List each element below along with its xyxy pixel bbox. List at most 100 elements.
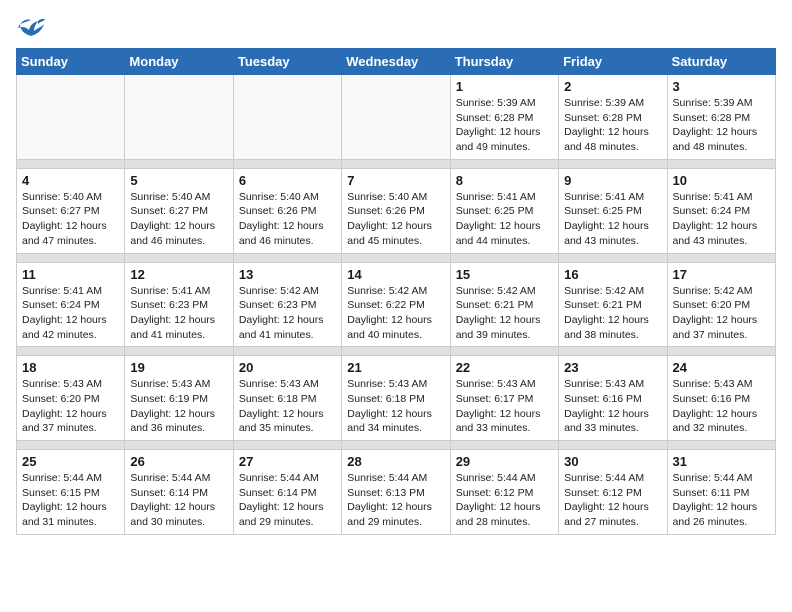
day-number: 5 bbox=[130, 173, 227, 188]
day-number: 30 bbox=[564, 454, 661, 469]
day-info: Sunrise: 5:44 AM Sunset: 6:14 PM Dayligh… bbox=[130, 471, 227, 530]
day-info: Sunrise: 5:40 AM Sunset: 6:27 PM Dayligh… bbox=[22, 190, 119, 249]
day-cell: 18 Sunrise: 5:43 AM Sunset: 6:20 PM Dayli… bbox=[17, 356, 125, 441]
day-number: 22 bbox=[456, 360, 553, 375]
day-number: 9 bbox=[564, 173, 661, 188]
day-cell: 9 Sunrise: 5:41 AM Sunset: 6:25 PM Daylig… bbox=[559, 168, 667, 253]
day-number: 3 bbox=[673, 79, 770, 94]
day-cell: 19 Sunrise: 5:43 AM Sunset: 6:19 PM Dayli… bbox=[125, 356, 233, 441]
day-cell: 13 Sunrise: 5:42 AM Sunset: 6:23 PM Dayli… bbox=[233, 262, 341, 347]
day-number: 16 bbox=[564, 267, 661, 282]
day-cell: 11 Sunrise: 5:41 AM Sunset: 6:24 PM Dayli… bbox=[17, 262, 125, 347]
day-cell: 25 Sunrise: 5:44 AM Sunset: 6:15 PM Dayli… bbox=[17, 450, 125, 535]
day-cell: 21 Sunrise: 5:43 AM Sunset: 6:18 PM Dayli… bbox=[342, 356, 450, 441]
day-number: 14 bbox=[347, 267, 444, 282]
day-info: Sunrise: 5:43 AM Sunset: 6:18 PM Dayligh… bbox=[347, 377, 444, 436]
column-header-tuesday: Tuesday bbox=[233, 49, 341, 75]
day-cell: 10Sunrise: 5:41 AM Sunset: 6:24 PM Dayli… bbox=[667, 168, 775, 253]
day-cell: 23 Sunrise: 5:43 AM Sunset: 6:16 PM Dayli… bbox=[559, 356, 667, 441]
day-number: 11 bbox=[22, 267, 119, 282]
day-number: 26 bbox=[130, 454, 227, 469]
calendar-header: SundayMondayTuesdayWednesdayThursdayFrid… bbox=[17, 49, 776, 75]
day-number: 28 bbox=[347, 454, 444, 469]
day-info: Sunrise: 5:44 AM Sunset: 6:12 PM Dayligh… bbox=[564, 471, 661, 530]
day-number: 18 bbox=[22, 360, 119, 375]
day-info: Sunrise: 5:42 AM Sunset: 6:21 PM Dayligh… bbox=[456, 284, 553, 343]
column-header-thursday: Thursday bbox=[450, 49, 558, 75]
day-info: Sunrise: 5:42 AM Sunset: 6:20 PM Dayligh… bbox=[673, 284, 770, 343]
day-number: 17 bbox=[673, 267, 770, 282]
day-info: Sunrise: 5:42 AM Sunset: 6:23 PM Dayligh… bbox=[239, 284, 336, 343]
day-info: Sunrise: 5:41 AM Sunset: 6:23 PM Dayligh… bbox=[130, 284, 227, 343]
column-header-sunday: Sunday bbox=[17, 49, 125, 75]
day-cell: 20 Sunrise: 5:43 AM Sunset: 6:18 PM Dayli… bbox=[233, 356, 341, 441]
column-header-saturday: Saturday bbox=[667, 49, 775, 75]
day-number: 20 bbox=[239, 360, 336, 375]
day-cell: 8 Sunrise: 5:41 AM Sunset: 6:25 PM Daylig… bbox=[450, 168, 558, 253]
day-info: Sunrise: 5:41 AM Sunset: 6:25 PM Dayligh… bbox=[456, 190, 553, 249]
week-row-2: 4Sunrise: 5:40 AM Sunset: 6:27 PM Daylig… bbox=[17, 168, 776, 253]
column-header-monday: Monday bbox=[125, 49, 233, 75]
day-cell: 17 Sunrise: 5:42 AM Sunset: 6:20 PM Dayli… bbox=[667, 262, 775, 347]
day-number: 8 bbox=[456, 173, 553, 188]
day-info: Sunrise: 5:39 AM Sunset: 6:28 PM Dayligh… bbox=[456, 96, 553, 155]
day-cell: 1 Sunrise: 5:39 AM Sunset: 6:28 PM Daylig… bbox=[450, 75, 558, 160]
header bbox=[16, 16, 776, 40]
week-divider bbox=[17, 159, 776, 168]
day-cell: 16Sunrise: 5:42 AM Sunset: 6:21 PM Dayli… bbox=[559, 262, 667, 347]
day-cell: 24Sunrise: 5:43 AM Sunset: 6:16 PM Dayli… bbox=[667, 356, 775, 441]
day-info: Sunrise: 5:44 AM Sunset: 6:12 PM Dayligh… bbox=[456, 471, 553, 530]
week-divider bbox=[17, 347, 776, 356]
day-info: Sunrise: 5:44 AM Sunset: 6:13 PM Dayligh… bbox=[347, 471, 444, 530]
day-number: 23 bbox=[564, 360, 661, 375]
day-number: 1 bbox=[456, 79, 553, 94]
column-header-friday: Friday bbox=[559, 49, 667, 75]
day-number: 25 bbox=[22, 454, 119, 469]
day-cell: 15 Sunrise: 5:42 AM Sunset: 6:21 PM Dayli… bbox=[450, 262, 558, 347]
day-info: Sunrise: 5:40 AM Sunset: 6:26 PM Dayligh… bbox=[347, 190, 444, 249]
day-info: Sunrise: 5:44 AM Sunset: 6:15 PM Dayligh… bbox=[22, 471, 119, 530]
day-number: 15 bbox=[456, 267, 553, 282]
day-number: 29 bbox=[456, 454, 553, 469]
day-cell: 7Sunrise: 5:40 AM Sunset: 6:26 PM Daylig… bbox=[342, 168, 450, 253]
day-cell: 3Sunrise: 5:39 AM Sunset: 6:28 PM Daylig… bbox=[667, 75, 775, 160]
day-number: 21 bbox=[347, 360, 444, 375]
calendar-table: SundayMondayTuesdayWednesdayThursdayFrid… bbox=[16, 48, 776, 535]
week-divider bbox=[17, 253, 776, 262]
column-header-wednesday: Wednesday bbox=[342, 49, 450, 75]
day-cell: 30 Sunrise: 5:44 AM Sunset: 6:12 PM Dayli… bbox=[559, 450, 667, 535]
day-number: 19 bbox=[130, 360, 227, 375]
day-cell: 2 Sunrise: 5:39 AM Sunset: 6:28 PM Daylig… bbox=[559, 75, 667, 160]
day-number: 24 bbox=[673, 360, 770, 375]
day-cell: 6 Sunrise: 5:40 AM Sunset: 6:26 PM Daylig… bbox=[233, 168, 341, 253]
day-cell bbox=[125, 75, 233, 160]
day-cell: 29 Sunrise: 5:44 AM Sunset: 6:12 PM Dayli… bbox=[450, 450, 558, 535]
day-cell: 27Sunrise: 5:44 AM Sunset: 6:14 PM Dayli… bbox=[233, 450, 341, 535]
week-row-1: 1 Sunrise: 5:39 AM Sunset: 6:28 PM Daylig… bbox=[17, 75, 776, 160]
day-info: Sunrise: 5:42 AM Sunset: 6:22 PM Dayligh… bbox=[347, 284, 444, 343]
day-number: 13 bbox=[239, 267, 336, 282]
day-cell bbox=[233, 75, 341, 160]
day-cell: 14 Sunrise: 5:42 AM Sunset: 6:22 PM Dayli… bbox=[342, 262, 450, 347]
day-number: 6 bbox=[239, 173, 336, 188]
day-info: Sunrise: 5:39 AM Sunset: 6:28 PM Dayligh… bbox=[564, 96, 661, 155]
day-info: Sunrise: 5:41 AM Sunset: 6:24 PM Dayligh… bbox=[22, 284, 119, 343]
day-cell: 12 Sunrise: 5:41 AM Sunset: 6:23 PM Dayli… bbox=[125, 262, 233, 347]
day-info: Sunrise: 5:41 AM Sunset: 6:24 PM Dayligh… bbox=[673, 190, 770, 249]
week-row-5: 25 Sunrise: 5:44 AM Sunset: 6:15 PM Dayli… bbox=[17, 450, 776, 535]
day-info: Sunrise: 5:40 AM Sunset: 6:27 PM Dayligh… bbox=[130, 190, 227, 249]
day-cell bbox=[17, 75, 125, 160]
day-info: Sunrise: 5:43 AM Sunset: 6:20 PM Dayligh… bbox=[22, 377, 119, 436]
day-number: 31 bbox=[673, 454, 770, 469]
day-number: 2 bbox=[564, 79, 661, 94]
day-info: Sunrise: 5:40 AM Sunset: 6:26 PM Dayligh… bbox=[239, 190, 336, 249]
day-info: Sunrise: 5:43 AM Sunset: 6:16 PM Dayligh… bbox=[564, 377, 661, 436]
day-number: 12 bbox=[130, 267, 227, 282]
day-cell bbox=[342, 75, 450, 160]
logo-icon bbox=[16, 16, 46, 40]
day-info: Sunrise: 5:44 AM Sunset: 6:11 PM Dayligh… bbox=[673, 471, 770, 530]
day-info: Sunrise: 5:43 AM Sunset: 6:19 PM Dayligh… bbox=[130, 377, 227, 436]
week-row-3: 11 Sunrise: 5:41 AM Sunset: 6:24 PM Dayli… bbox=[17, 262, 776, 347]
day-info: Sunrise: 5:41 AM Sunset: 6:25 PM Dayligh… bbox=[564, 190, 661, 249]
day-info: Sunrise: 5:43 AM Sunset: 6:18 PM Dayligh… bbox=[239, 377, 336, 436]
